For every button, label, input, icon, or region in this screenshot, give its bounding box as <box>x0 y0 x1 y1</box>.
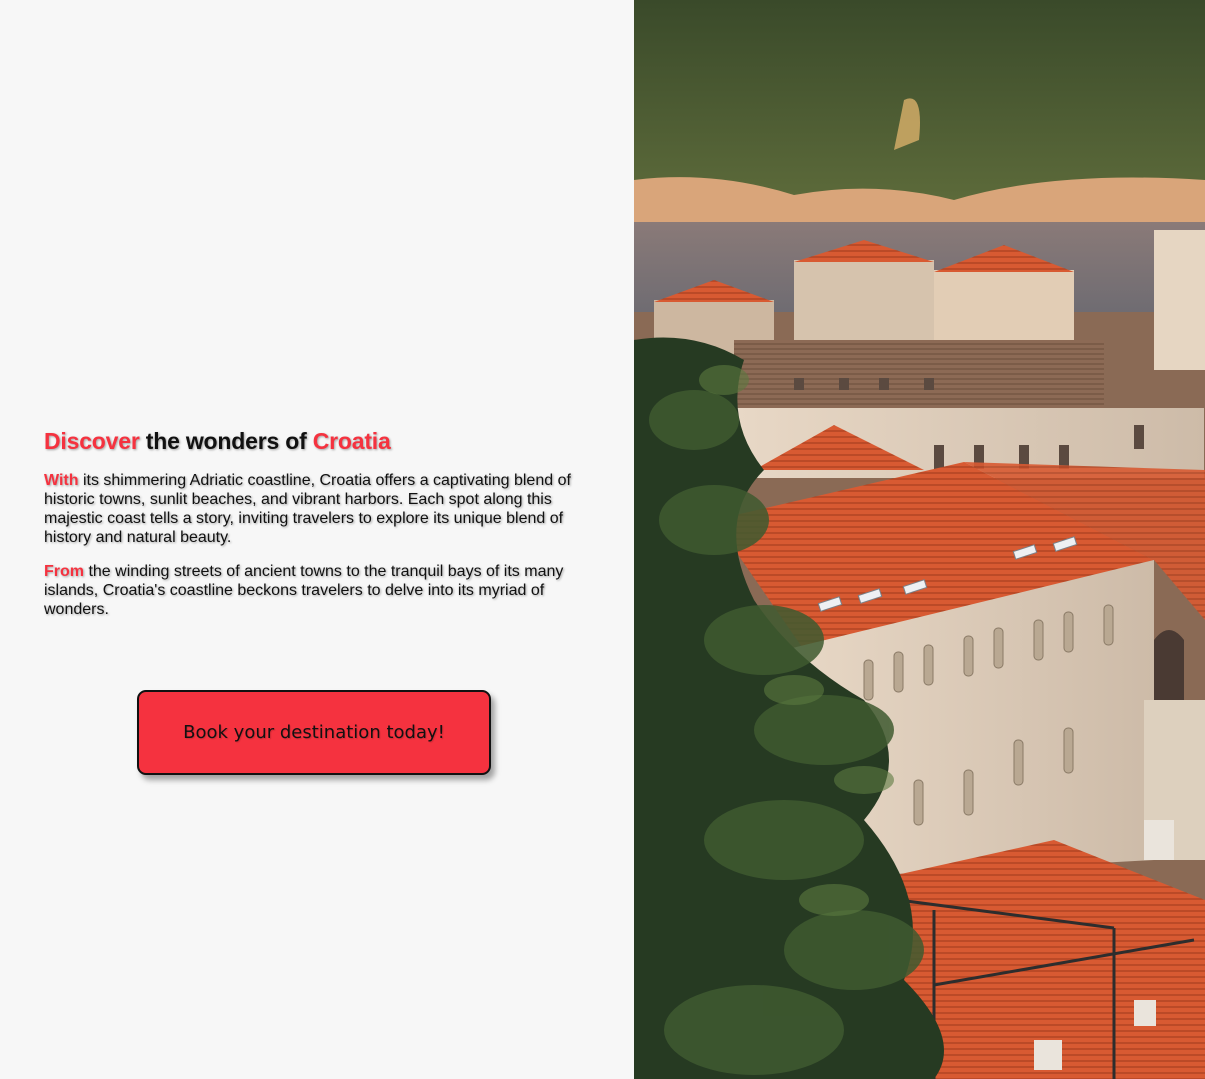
second-lead-word: From <box>44 563 84 580</box>
title-accent-croatia: Croatia <box>312 428 391 454</box>
hero-text: Discover the wonders of Croatia With its… <box>44 428 594 634</box>
title-accent-discover: Discover <box>44 428 140 454</box>
hero-title: Discover the wonders of Croatia <box>44 428 594 455</box>
title-middle: the wonders of <box>139 428 313 454</box>
intro-body: its shimmering Adriatic coastline, Croat… <box>44 472 571 546</box>
second-paragraph: From the winding streets of ancient town… <box>44 562 594 619</box>
intro-paragraph: With its shimmering Adriatic coastline, … <box>44 471 594 547</box>
photo-illustration <box>634 0 1205 1079</box>
left-panel: Discover the wonders of Croatia With its… <box>0 0 634 1079</box>
book-destination-button[interactable]: Book your destination today! <box>137 690 491 775</box>
intro-lead-word: With <box>44 472 79 489</box>
second-body: the winding streets of ancient towns to … <box>44 563 564 618</box>
croatia-town-photo <box>634 0 1205 1079</box>
